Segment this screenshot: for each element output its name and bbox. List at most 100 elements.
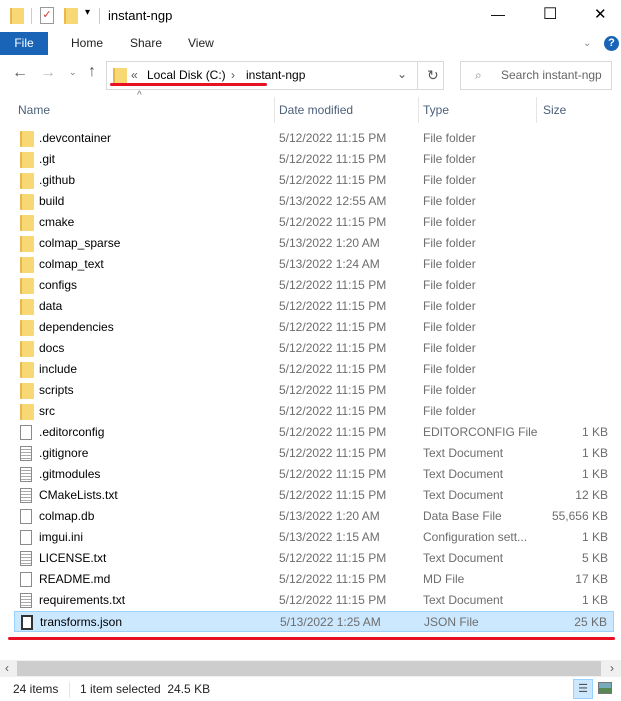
file-name: configs <box>39 278 78 292</box>
file-name: imgui.ini <box>39 530 84 544</box>
file-name: colmap_sparse <box>39 236 121 250</box>
file-type: File folder <box>423 362 476 376</box>
close-button[interactable]: ✕ <box>594 5 607 23</box>
file-row[interactable]: README.md 5/12/2022 11:15 PM MD File 17 … <box>14 569 614 590</box>
file-row[interactable]: dependencies 5/12/2022 11:15 PM File fol… <box>14 317 614 338</box>
column-header-size[interactable]: Size <box>543 97 566 123</box>
column-header-name[interactable]: Name <box>18 97 50 123</box>
file-row[interactable]: colmap_sparse 5/13/2022 1:20 AM File fol… <box>14 233 614 254</box>
search-input[interactable]: ⌕ Search instant-ngp <box>460 61 612 90</box>
file-date: 5/12/2022 11:15 PM <box>279 467 387 481</box>
maximize-button[interactable]: ☐ <box>543 4 557 24</box>
tab-file[interactable]: File <box>0 32 48 55</box>
file-row[interactable]: docs 5/12/2022 11:15 PM File folder <box>14 338 614 359</box>
file-row[interactable]: .git 5/12/2022 11:15 PM File folder <box>14 149 614 170</box>
file-row[interactable]: requirements.txt 5/12/2022 11:15 PM Text… <box>14 590 614 611</box>
file-row[interactable]: build 5/13/2022 12:55 AM File folder <box>14 191 614 212</box>
properties-icon[interactable]: ✓ <box>40 7 54 24</box>
file-name: src <box>39 404 55 418</box>
item-count: 24 items <box>13 682 59 696</box>
file-date: 5/12/2022 11:15 PM <box>279 488 387 502</box>
scroll-left-icon[interactable]: ‹ <box>5 661 9 675</box>
file-row[interactable]: colmap_text 5/13/2022 1:24 AM File folde… <box>14 254 614 275</box>
file-type: Configuration sett... <box>423 530 528 544</box>
breadcrumb-local-disk[interactable]: Local Disk (C:) <box>147 68 226 82</box>
file-date: 5/12/2022 11:15 PM <box>279 299 387 313</box>
file-row[interactable]: transforms.json 5/13/2022 1:25 AM JSON F… <box>14 611 614 632</box>
selection-info: 1 item selected 24.5 KB <box>80 682 211 696</box>
column-divider[interactable] <box>274 97 275 123</box>
column-divider[interactable] <box>536 97 537 123</box>
breadcrumb-separator[interactable]: › <box>231 68 235 82</box>
file-name: build <box>39 194 65 208</box>
file-row[interactable]: colmap.db 5/13/2022 1:20 AM Data Base Fi… <box>14 506 614 527</box>
column-divider[interactable] <box>418 97 419 123</box>
file-row[interactable]: include 5/12/2022 11:15 PM File folder <box>14 359 614 380</box>
horizontal-scrollbar[interactable]: ‹ › <box>0 660 621 677</box>
file-row[interactable]: data 5/12/2022 11:15 PM File folder <box>14 296 614 317</box>
file-date: 5/12/2022 11:15 PM <box>279 278 387 292</box>
search-placeholder: Search instant-ngp <box>501 68 602 82</box>
file-type: Text Document <box>423 488 504 502</box>
file-date: 5/12/2022 11:15 PM <box>279 446 387 460</box>
breadcrumb-instant-ngp[interactable]: instant-ngp <box>246 68 305 82</box>
scrollbar-thumb[interactable] <box>17 661 601 676</box>
tab-home[interactable]: Home <box>71 32 103 55</box>
search-icon: ⌕ <box>475 68 482 82</box>
refresh-icon[interactable]: ↻ <box>427 67 439 84</box>
column-header-type[interactable]: Type <box>423 97 449 123</box>
file-type: File folder <box>423 215 476 229</box>
file-row[interactable]: .gitignore 5/12/2022 11:15 PM Text Docum… <box>14 443 614 464</box>
back-button[interactable]: ← <box>12 64 28 82</box>
file-type: File folder <box>423 341 476 355</box>
large-icons-view-icon[interactable] <box>598 682 612 694</box>
file-name: README.md <box>39 572 111 586</box>
details-view-icon[interactable]: ☰ <box>573 679 593 699</box>
divider <box>69 682 70 698</box>
file-row[interactable]: LICENSE.txt 5/12/2022 11:15 PM Text Docu… <box>14 548 614 569</box>
divider <box>31 8 32 24</box>
customize-toolbar-icon[interactable]: ▾ <box>85 7 90 18</box>
file-row[interactable]: .editorconfig 5/12/2022 11:15 PM EDITORC… <box>14 422 614 443</box>
tab-share[interactable]: Share <box>130 32 162 55</box>
sort-ascending-icon: ^ <box>137 90 142 101</box>
file-row[interactable]: cmake 5/12/2022 11:15 PM File folder <box>14 212 614 233</box>
file-size: 25 KB <box>574 615 607 629</box>
help-icon[interactable]: ? <box>604 36 619 51</box>
minimize-button[interactable]: — <box>491 6 505 22</box>
file-name: .devcontainer <box>39 131 112 145</box>
scroll-right-icon[interactable]: › <box>610 661 614 675</box>
file-type: File folder <box>423 194 476 208</box>
new-folder-icon[interactable] <box>64 8 78 24</box>
file-row[interactable]: imgui.ini 5/13/2022 1:15 AM Configuratio… <box>14 527 614 548</box>
file-date: 5/13/2022 1:25 AM <box>280 615 381 629</box>
expand-ribbon-icon[interactable]: ⌄ <box>583 32 591 55</box>
ribbon-tabs: File Home Share View ⌄ ? <box>0 32 621 55</box>
file-row[interactable]: CMakeLists.txt 5/12/2022 11:15 PM Text D… <box>14 485 614 506</box>
file-type: File folder <box>423 152 476 166</box>
file-date: 5/12/2022 11:15 PM <box>279 152 387 166</box>
recent-locations-icon[interactable]: ⌄ <box>69 67 77 78</box>
tab-view[interactable]: View <box>188 32 214 55</box>
file-date: 5/12/2022 11:15 PM <box>279 404 387 418</box>
file-size: 17 KB <box>575 572 608 586</box>
file-row[interactable]: scripts 5/12/2022 11:15 PM File folder <box>14 380 614 401</box>
forward-button[interactable]: → <box>40 64 56 82</box>
file-row[interactable]: configs 5/12/2022 11:15 PM File folder <box>14 275 614 296</box>
file-row[interactable]: src 5/12/2022 11:15 PM File folder <box>14 401 614 422</box>
file-type: File folder <box>423 236 476 250</box>
file-date: 5/12/2022 11:15 PM <box>279 362 387 376</box>
file-size: 1 KB <box>581 446 608 460</box>
column-header-date[interactable]: Date modified <box>279 97 353 123</box>
file-name: .github <box>39 173 76 187</box>
file-row[interactable]: .devcontainer 5/12/2022 11:15 PM File fo… <box>14 128 614 149</box>
file-date: 5/12/2022 11:15 PM <box>279 341 387 355</box>
file-type: File folder <box>423 131 476 145</box>
breadcrumb-overflow[interactable]: « <box>131 68 138 82</box>
file-row[interactable]: .gitmodules 5/12/2022 11:15 PM Text Docu… <box>14 464 614 485</box>
up-button[interactable]: ↑ <box>88 63 96 81</box>
file-date: 5/12/2022 11:15 PM <box>279 572 387 586</box>
divider <box>417 62 418 89</box>
address-dropdown-icon[interactable]: ⌄ <box>397 67 407 81</box>
file-row[interactable]: .github 5/12/2022 11:15 PM File folder <box>14 170 614 191</box>
